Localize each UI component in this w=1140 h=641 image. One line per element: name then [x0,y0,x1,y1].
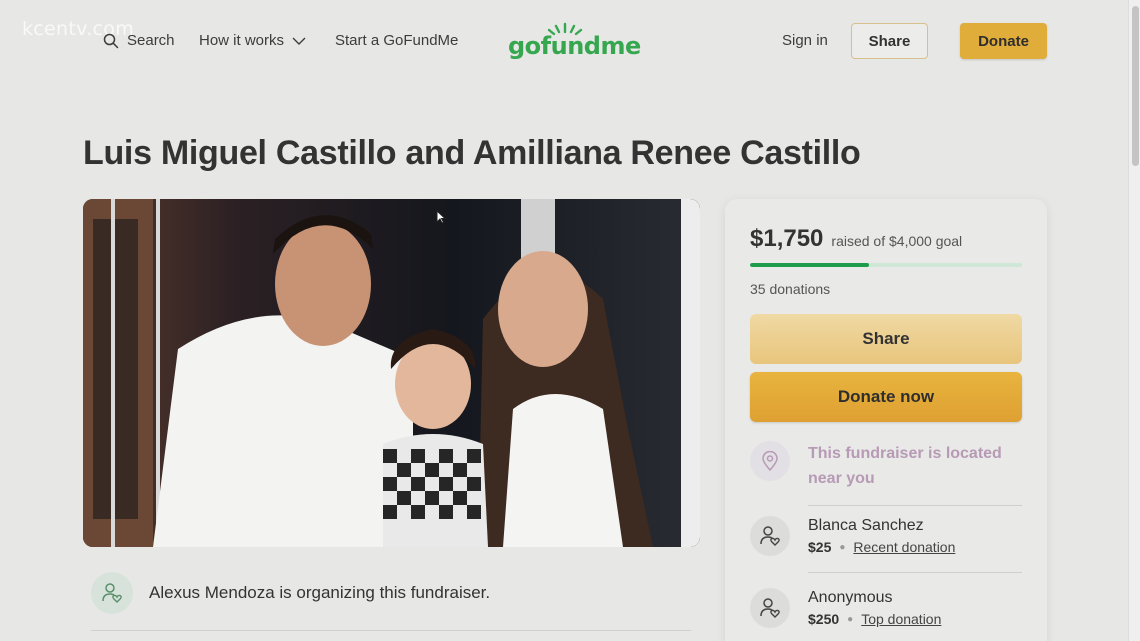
donor-meta: $25 ● Recent donation [808,539,955,555]
search-label: Search [127,32,175,49]
donation-card: $1,750 raised of $4,000 goal 35 donation… [725,199,1047,641]
logo-text: gofundme [508,32,641,60]
user-heart-icon [760,598,780,618]
scrollbar-thumb[interactable] [1132,6,1139,166]
start-gofundme-label: Start a GoFundMe [335,32,459,49]
organizer-avatar [91,572,133,614]
donate-now-button[interactable]: Donate now [750,372,1022,422]
progress-bar [750,263,1022,267]
sign-in-link[interactable]: Sign in [782,32,828,49]
progress-fill [750,263,869,267]
scrollbar[interactable] [1128,0,1140,641]
location-pin-icon [750,441,790,481]
donor-name: Anonymous [808,589,893,606]
campaign-title: Luis Miguel Castillo and Amilliana Renee… [83,134,861,172]
separator-dot: ● [847,613,854,625]
gofundme-logo[interactable]: gofundme [508,22,641,62]
header-share-button[interactable]: Share [851,23,928,59]
goal-text: raised of $4,000 goal [831,233,963,249]
campaign-photo[interactable] [83,199,700,547]
share-button[interactable]: Share [750,314,1022,364]
header-donate-button[interactable]: Donate [960,23,1047,59]
donor-item: Blanca Sanchez $25 ● Recent donation [750,516,1022,556]
organizer-divider [91,630,691,631]
donor-avatar [750,588,790,628]
top-donation-link[interactable]: Top donation [861,611,941,627]
donor-amount: $250 [808,611,840,627]
recent-donation-link[interactable]: Recent donation [853,539,955,555]
chevron-down-icon [292,37,306,45]
cursor-icon [436,210,446,224]
donations-count: 35 donations [750,281,831,297]
how-it-works-label: How it works [199,32,285,49]
family-photo-image [83,199,700,547]
organizer-row: Alexus Mendoza is organizing this fundra… [91,572,490,614]
start-gofundme-link[interactable]: Start a GoFundMe [335,32,458,49]
raised-summary: $1,750 raised of $4,000 goal [750,225,962,253]
user-heart-icon [102,583,122,603]
donor-meta: $250 ● Top donation [808,611,941,627]
donor-amount: $25 [808,539,832,555]
location-notice: This fundraiser is located near you [750,441,1022,491]
top-navigation: Search How it works Start a GoFundMe gof… [0,0,1128,84]
how-it-works-menu[interactable]: How it works [199,32,306,49]
separator-dot: ● [839,541,846,553]
organizer-text: Alexus Mendoza is organizing this fundra… [149,583,491,602]
donor-divider [808,505,1022,506]
raised-amount: $1,750 [750,225,824,252]
user-heart-icon [760,526,780,546]
search-link[interactable]: Search [103,32,175,49]
donor-item: Anonymous $250 ● Top donation [750,588,1022,628]
search-icon [103,33,119,48]
donor-avatar [750,516,790,556]
donor-divider [808,572,1022,573]
donor-name: Blanca Sanchez [808,517,924,534]
location-text: This fundraiser is located near you [808,445,1002,487]
